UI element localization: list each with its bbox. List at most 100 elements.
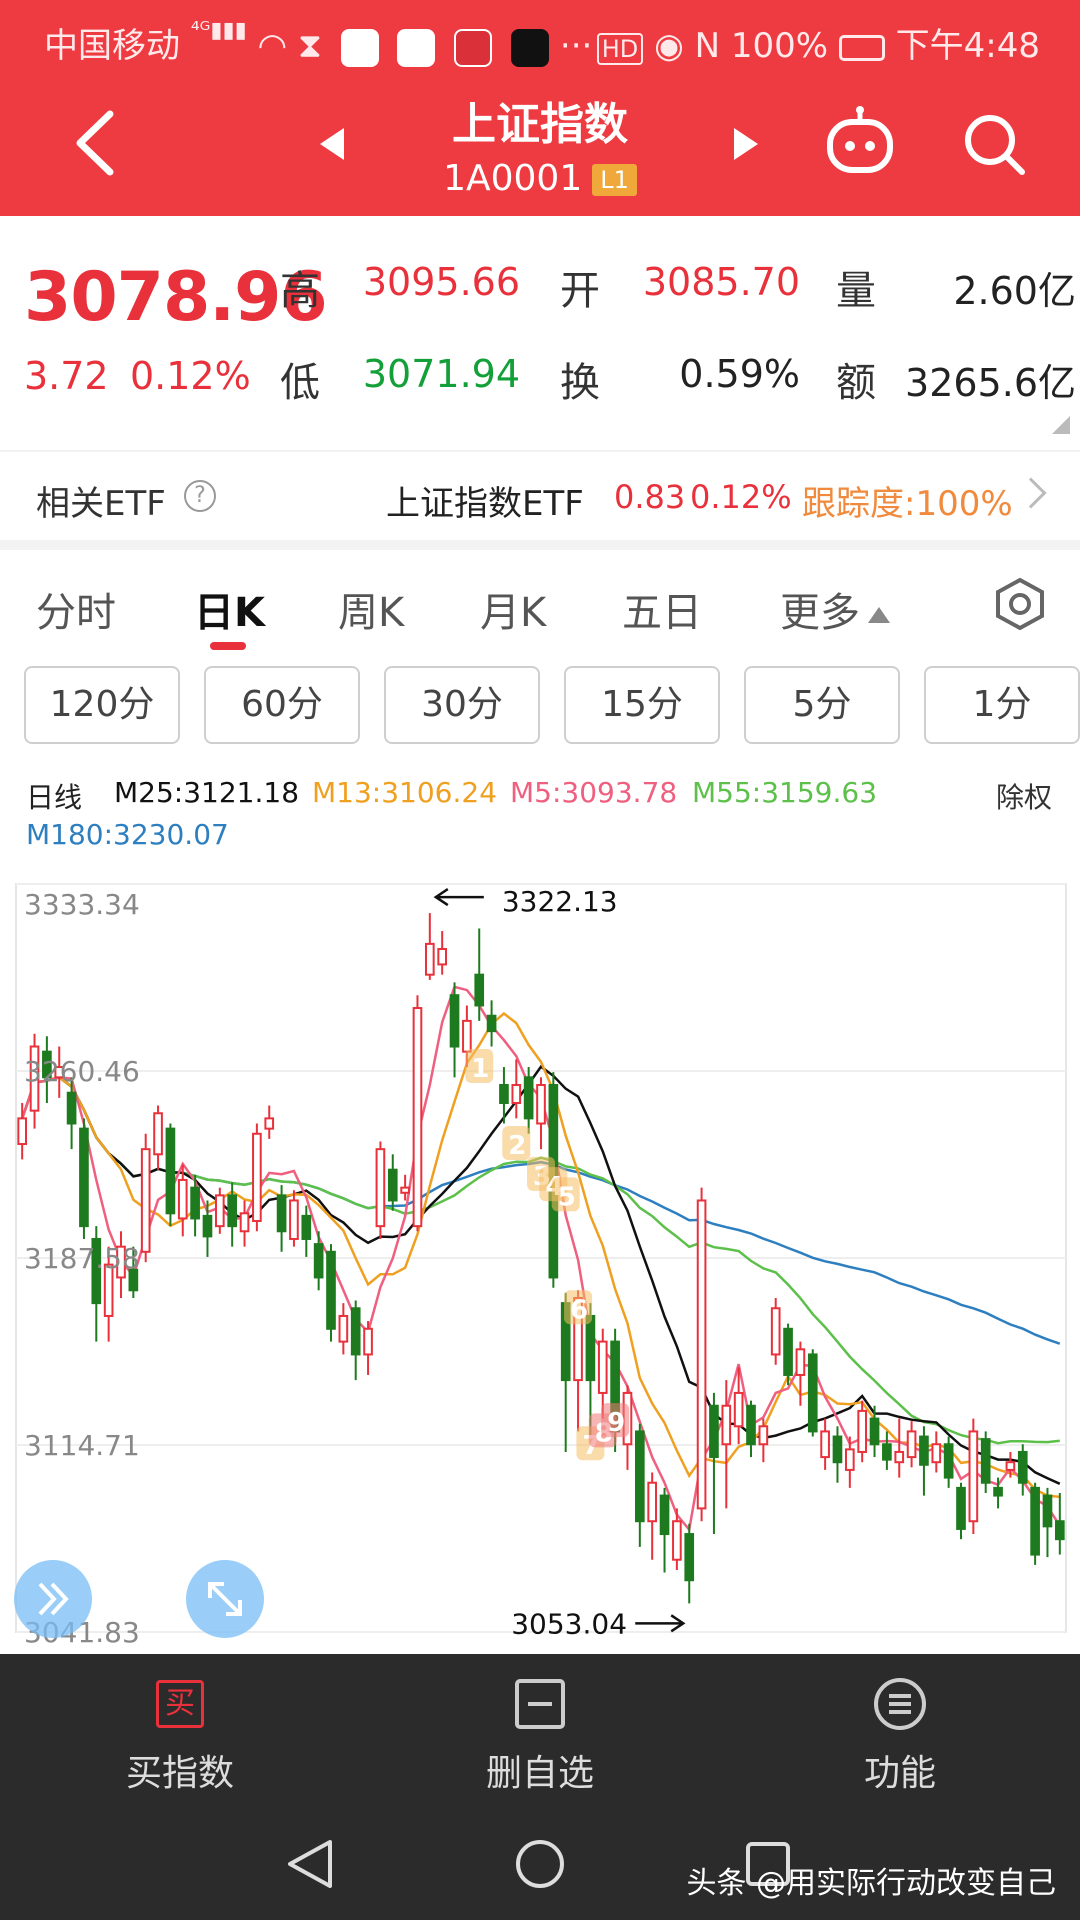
candle-down [326,1250,336,1330]
candle-down [1017,1450,1028,1484]
interval-30m-button[interactable]: 30分 [384,666,540,744]
scroll-left-fab[interactable] [14,1560,92,1638]
search-icon[interactable] [962,112,1028,178]
candle-up [758,1425,769,1446]
candle-up [968,1430,979,1523]
candle-down [807,1353,818,1433]
kline-chart[interactable]: 3333.343260.463187.583114.713041.83 1234… [0,856,1080,1656]
chart-grid [15,883,1067,1633]
candle-up [140,1148,151,1253]
candle-up [375,1148,386,1228]
menu-circle-icon [874,1678,926,1730]
candle-down [190,1186,200,1220]
tiktok-icon [511,28,550,67]
volume-value: 2.60亿 [953,269,1076,313]
legend-m180: M180:3230.07 [26,818,229,851]
interval-1m-button[interactable]: 1分 [924,666,1080,744]
candle-up [177,1178,188,1220]
nav-back-icon[interactable] [284,1838,336,1890]
more-notifications-icon: ··· [559,26,593,66]
candle-down [227,1194,238,1228]
level-badge: L1 [592,164,637,196]
etf-label: 相关ETF [36,484,166,524]
legend-title: 日线 [26,781,83,814]
tab-monthly-k[interactable]: 月K [480,580,546,638]
remove-watchlist-button[interactable]: 删自选 [440,1654,640,1804]
caret-up-icon [868,607,890,623]
open-value: 3085.70 [642,260,800,304]
interval-60m-button[interactable]: 60分 [204,666,360,744]
change-percent: 0.12% [130,354,251,398]
candle-up [931,1443,942,1464]
watch-label: 删自选 [485,1753,594,1794]
candle-down [1054,1520,1065,1541]
expand-arrows-icon [208,1582,242,1616]
candle-up [511,1084,522,1104]
clock-text: 下午4:48 [895,26,1040,66]
tab-weekly-k[interactable]: 周K [338,580,404,638]
candle-down [919,1435,929,1466]
function-button[interactable]: 功能 [800,1654,1000,1804]
buy-index-button[interactable]: 买 买指数 [80,1654,280,1804]
candle-down [350,1307,361,1356]
candle-down [869,1417,880,1446]
candle-up [252,1132,262,1223]
y-tick-label: 3114.71 [24,1429,140,1462]
stock-code-row: 1A0001 L1 [0,158,1080,199]
turnover-value: 0.59% [679,352,800,396]
candle-down [659,1494,670,1536]
candle-down [499,1084,509,1104]
legend-m5: M5:3093.78 [510,776,678,809]
section-divider [0,540,1080,550]
etf-price: 0.83 [614,478,686,516]
tab-more[interactable]: 更多 [780,580,890,638]
watermark-text: 头条 @用实际行动改变自己 [686,1866,1056,1901]
nfc-icon: N [694,26,720,66]
robot-assistant-icon[interactable] [824,106,896,178]
candle-up [289,1199,299,1240]
hourglass-icon: ⧗ [297,26,322,66]
fullscreen-fab[interactable] [186,1560,264,1638]
stock-title: 上证指数 [452,99,628,150]
adjust-toggle[interactable]: 除权 [996,776,1052,816]
etf-tracking: 跟踪度:100% [802,484,1013,524]
candle-down [684,1533,695,1582]
tab-more-label: 更多 [780,590,860,636]
volume-label: 量 [836,268,876,314]
legend-m55: M55:3159.63 [692,776,878,809]
buy-label: 买指数 [125,1753,234,1794]
related-etf-row[interactable]: 相关ETF ? 上证指数ETF 0.83 0.12% 跟踪度:100% [0,450,1080,540]
candle-down [276,1194,287,1233]
status-left: 中国移动 ⁴ᴳ▮▮▮ ◠ ⧗ ··· [44,18,592,67]
interval-5m-button[interactable]: 5分 [744,666,900,744]
candle-up [363,1327,373,1356]
expand-corner-icon[interactable] [1052,416,1070,434]
nav-home-icon[interactable] [514,1838,566,1890]
turnover-label: 换 [560,360,600,406]
y-tick-label: 3333.34 [24,888,140,921]
status-bar: 中国移动 ⁴ᴳ▮▮▮ ◠ ⧗ ··· HD ◉ N 100% 下午4:48 [0,0,1080,76]
high-label: 高 [280,268,320,314]
tab-daily-k[interactable]: 日K [194,580,265,638]
interval-15m-button[interactable]: 15分 [564,666,720,744]
candle-down [832,1435,843,1464]
amount-label: 额 [836,360,876,406]
candle-down [882,1443,892,1461]
tab-five-day[interactable]: 五日 [622,580,702,638]
candle-up [264,1117,275,1130]
candle-up [214,1194,225,1228]
low-value: 3071.94 [362,352,520,396]
candle-up [696,1199,707,1510]
candle-up [239,1212,250,1233]
candle-down [66,1091,77,1125]
tab-intraday[interactable]: 分时 [36,580,116,638]
wave-label: 9 [607,1408,625,1438]
change-value: 3.72 [24,354,109,398]
chevron-right-icon [1015,477,1047,509]
help-icon[interactable]: ? [184,480,216,512]
next-stock-icon[interactable] [732,126,760,162]
interval-120m-button[interactable]: 120分 [24,666,180,744]
candle-down [202,1214,213,1238]
settings-hexagon-icon[interactable] [992,576,1048,632]
candle-down [523,1076,534,1120]
